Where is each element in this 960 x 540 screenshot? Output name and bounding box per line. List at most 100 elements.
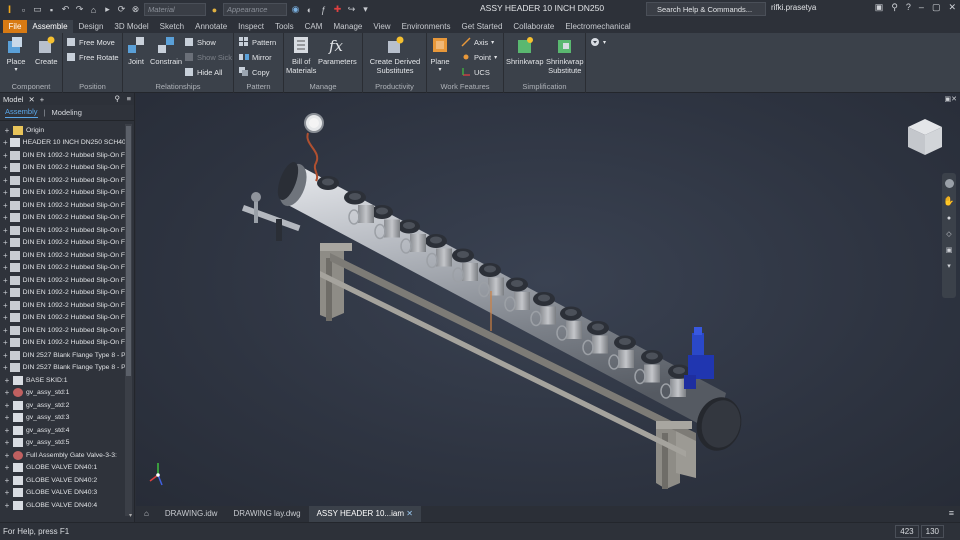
tree-item[interactable]: + DIN EN 1092-2 Hubbed Slip-On Fla: [0, 274, 125, 287]
tree-item[interactable]: + HEADER 10 INCH DN250 SCH40:1: [0, 137, 125, 150]
save-icon[interactable]: ▪: [46, 4, 57, 15]
tree-item[interactable]: + DIN EN 1092-2 Hubbed Slip-On Fla: [0, 237, 125, 250]
show-button[interactable]: Show: [184, 36, 216, 48]
place-button[interactable]: Place ▾: [6, 35, 26, 75]
expand-icon[interactable]: +: [3, 313, 8, 322]
user-name[interactable]: rifki.prasetya: [771, 3, 816, 12]
browser-scrollbar-thumb[interactable]: [126, 126, 131, 376]
tab-tools[interactable]: Tools: [269, 20, 299, 33]
pattern-panel-label[interactable]: Pattern: [234, 82, 283, 91]
tab-design[interactable]: Design: [73, 20, 109, 33]
flange[interactable]: [425, 234, 447, 248]
expand-icon[interactable]: +: [3, 263, 8, 272]
orbit-icon[interactable]: ◇: [946, 230, 951, 238]
tree-item[interactable]: + DIN EN 1092-2 Hubbed Slip-On Fla: [0, 162, 125, 175]
appearance-selector[interactable]: Appearance: [223, 3, 287, 16]
expand-icon[interactable]: +: [3, 226, 8, 235]
tree-item[interactable]: + DIN EN 1092-2 Hubbed Slip-On Fla: [0, 324, 125, 337]
pan-hand-icon[interactable]: ✋: [943, 196, 954, 207]
tab-cam[interactable]: CAM: [299, 20, 328, 33]
view-cube-icon[interactable]: [906, 117, 944, 157]
expand-icon[interactable]: +: [3, 213, 8, 222]
tab-electromechanical[interactable]: Electromechanical: [560, 20, 636, 33]
tab-assemble[interactable]: Assemble: [26, 20, 74, 33]
redo-more-icon[interactable]: ↪: [346, 4, 357, 15]
tab-manage[interactable]: Manage: [328, 20, 368, 33]
tab-view[interactable]: View: [368, 20, 396, 33]
expand-icon[interactable]: +: [3, 401, 11, 410]
expand-icon[interactable]: +: [3, 288, 8, 297]
tab-get-started[interactable]: Get Started: [456, 20, 508, 33]
mirror-button[interactable]: Mirror: [239, 51, 272, 63]
work-features-panel-label[interactable]: Work Features: [427, 82, 503, 91]
assembly-model[interactable]: [136, 93, 960, 506]
tree-item[interactable]: + DIN EN 1092-2 Hubbed Slip-On Fla: [0, 299, 125, 312]
inventor-logo-icon[interactable]: I: [4, 4, 15, 16]
scroll-down-icon[interactable]: ▾: [129, 512, 132, 519]
flange[interactable]: [533, 292, 555, 306]
expand-icon[interactable]: +: [3, 488, 11, 497]
tree-item[interactable]: + DIN EN 1092-2 Hubbed Slip-On Fla: [0, 312, 125, 325]
minimize-icon[interactable]: –: [919, 2, 924, 13]
tree-item[interactable]: + Origin: [0, 124, 125, 137]
tree-item[interactable]: + DIN EN 1092-2 Hubbed Slip-On Fla: [0, 212, 125, 225]
select-icon[interactable]: ▸: [102, 4, 113, 15]
tab-annotate[interactable]: Annotate: [190, 20, 233, 33]
plane-button[interactable]: Plane ▾: [430, 35, 450, 75]
help-icon[interactable]: ?: [906, 2, 911, 13]
tree-item[interactable]: + Full Assembly Gate Valve-3-3:: [0, 449, 125, 462]
free-move-button[interactable]: Free Move: [66, 36, 115, 48]
constrain-button[interactable]: Constrain: [150, 35, 182, 66]
flange[interactable]: [506, 277, 528, 292]
shrinkwrap-button[interactable]: Shrinkwrap: [506, 35, 544, 66]
expand-icon[interactable]: +: [3, 301, 8, 310]
tree-item[interactable]: + GLOBE VALVE DN40:4: [0, 499, 125, 512]
relationships-panel-label[interactable]: Relationships: [123, 82, 233, 91]
adjust-icon[interactable]: ◐: [304, 4, 315, 15]
tab-assembly[interactable]: Assembly: [5, 107, 38, 118]
tree-item[interactable]: + GLOBE VALVE DN40:1: [0, 462, 125, 475]
tree-item[interactable]: + gv_assy_std:2: [0, 399, 125, 412]
expand-icon[interactable]: +: [3, 238, 8, 247]
tree-item[interactable]: + DIN EN 1092-2 Hubbed Slip-On Fla: [0, 287, 125, 300]
tree-item[interactable]: + gv_assy_std:1: [0, 387, 125, 400]
copy-button[interactable]: Copy: [239, 66, 270, 78]
tree-item[interactable]: + DIN EN 1092-2 Hubbed Slip-On Fla: [0, 249, 125, 262]
expand-icon[interactable]: +: [3, 326, 8, 335]
expand-icon[interactable]: +: [3, 451, 11, 460]
new-file-icon[interactable]: ▫: [18, 4, 29, 15]
flange[interactable]: [614, 335, 636, 350]
ucs-button[interactable]: UCS: [461, 66, 490, 78]
home-icon[interactable]: ⌂: [88, 4, 99, 15]
expand-icon[interactable]: +: [3, 376, 11, 385]
close-icon[interactable]: ✕: [948, 2, 956, 13]
browser-menu-icon[interactable]: ≡: [127, 94, 131, 103]
tree-item[interactable]: + DIN EN 1092-2 Hubbed Slip-On Fla: [0, 199, 125, 212]
tree-item[interactable]: + gv_assy_std:3: [0, 412, 125, 425]
expand-icon[interactable]: +: [3, 251, 8, 260]
browser-search-icon[interactable]: ⚲: [115, 94, 121, 103]
home-tab-icon[interactable]: ⌂: [136, 506, 157, 522]
tab-inspect[interactable]: Inspect: [233, 20, 270, 33]
update-icon[interactable]: ⟳: [116, 4, 127, 15]
expand-icon[interactable]: +: [3, 188, 8, 197]
tree-item[interactable]: + DIN 2527 Blank Flange Type 8 - Pl: [0, 362, 125, 375]
redo-icon[interactable]: ↷: [74, 4, 85, 15]
tree-item[interactable]: + DIN EN 1092-2 Hubbed Slip-On Fla: [0, 149, 125, 162]
browser-add-icon[interactable]: +: [40, 95, 44, 104]
expand-icon[interactable]: +: [3, 163, 8, 172]
zoom-icon[interactable]: ●: [947, 215, 951, 222]
expand-icon[interactable]: +: [3, 201, 8, 210]
expand-icon[interactable]: +: [3, 413, 11, 422]
tree-item[interactable]: + gv_assy_std:4: [0, 424, 125, 437]
tab-3d-model[interactable]: 3D Model: [109, 20, 154, 33]
axis-button[interactable]: Axis ▾: [461, 36, 494, 48]
expand-icon[interactable]: +: [3, 276, 8, 285]
cart-icon[interactable]: ▣: [875, 2, 884, 13]
manage-panel-label[interactable]: Manage: [284, 82, 362, 91]
tab-sketch[interactable]: Sketch: [154, 20, 189, 33]
tab-modeling[interactable]: Modeling: [51, 108, 81, 117]
expand-icon[interactable]: +: [3, 138, 8, 147]
flange[interactable]: [344, 190, 366, 205]
pattern-button[interactable]: Pattern: [239, 36, 276, 48]
